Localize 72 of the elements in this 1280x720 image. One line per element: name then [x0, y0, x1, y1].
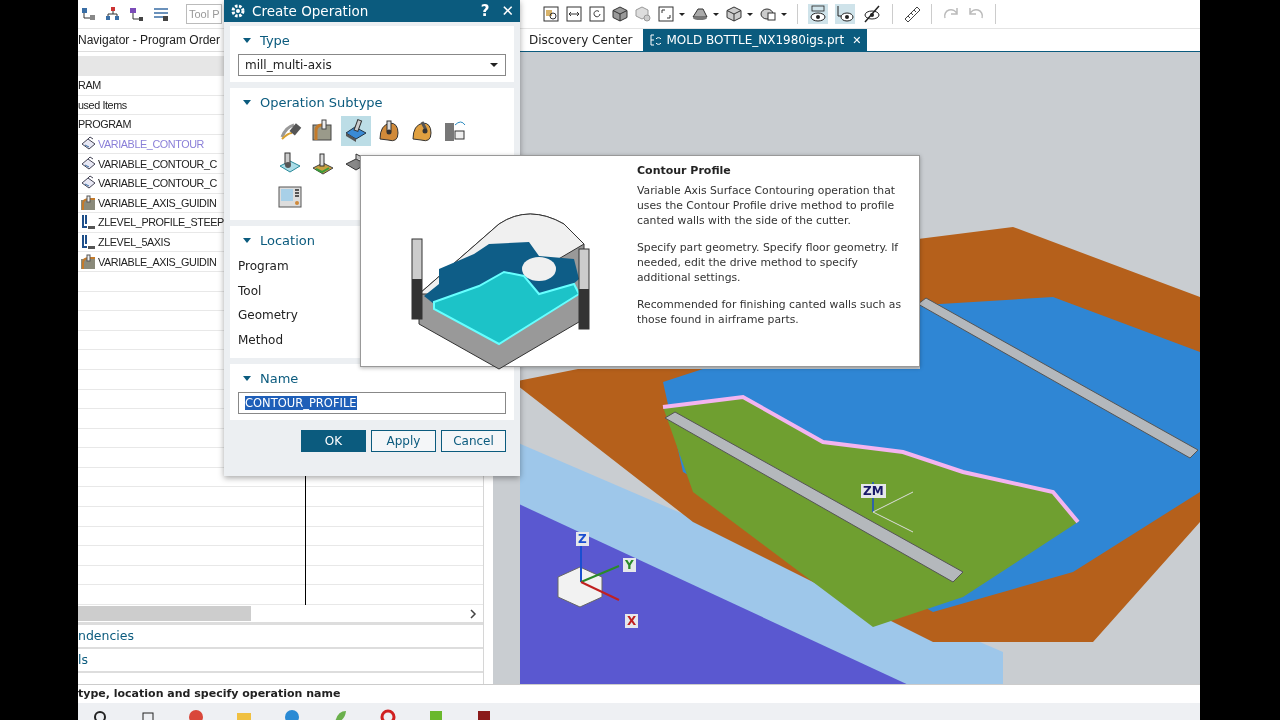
- ok-button[interactable]: OK: [301, 430, 366, 452]
- settings-icon: [230, 3, 246, 19]
- part-sync-icon: [648, 34, 663, 46]
- dialog-button[interactable]: Apply: [371, 430, 436, 452]
- hierarchy-icon[interactable]: [104, 5, 122, 23]
- field-label: Program: [238, 258, 290, 275]
- tooltip-paragraph: Variable Axis Surface Contouring operation that uses the Contour Profile drive method to profile canted walls with the side of the cutter.: [637, 183, 896, 228]
- field-label: Method: [238, 331, 284, 349]
- collapse-triangle-icon[interactable]: [242, 35, 252, 45]
- section-header[interactable]: Name: [238, 368, 299, 388]
- field-label: Tool: [238, 282, 263, 300]
- view-icon[interactable]: [542, 5, 560, 23]
- section-header[interactable]: Type: [238, 30, 290, 50]
- cube-gear-icon[interactable]: [634, 5, 652, 23]
- help-button[interactable]: ?: [480, 2, 490, 20]
- method-list-icon[interactable]: [152, 5, 170, 23]
- collapse-triangle-icon[interactable]: [242, 235, 252, 245]
- tree-item[interactable]: PROGRAM: [78, 118, 131, 131]
- close-button[interactable]: ✕: [501, 2, 514, 20]
- tool-tree-icon[interactable]: [128, 5, 146, 23]
- name-input-field[interactable]: CONTOUR_PROFILE: [238, 392, 506, 414]
- hide-eye-icon[interactable]: [861, 3, 883, 25]
- tree-item[interactable]: VARIABLE_AXIS_GUIDIN: [98, 196, 217, 209]
- document-tab[interactable]: Discovery Center: [525, 29, 643, 51]
- close-tab-button[interactable]: ✕: [852, 33, 862, 47]
- field-label: Geometry: [238, 307, 299, 324]
- tree-item[interactable]: used Items: [78, 98, 127, 111]
- type-dropdown[interactable]: mill_multi-axis: [238, 54, 506, 76]
- caret-icon[interactable]: [780, 11, 788, 17]
- tree-item[interactable]: RAM: [78, 79, 101, 92]
- operation-subtype-button[interactable]: [341, 116, 371, 146]
- dropdown-caret-icon[interactable]: [489, 62, 499, 68]
- tree-nodes-icon[interactable]: [80, 5, 98, 23]
- rotate-icon[interactable]: [588, 5, 606, 23]
- fit-icon[interactable]: [565, 5, 583, 23]
- dialog-title: Create Operation: [252, 3, 370, 19]
- collapse-triangle-icon[interactable]: [242, 97, 252, 107]
- axis-label: Z: [576, 532, 589, 546]
- zlevel-operation-icon: [80, 214, 96, 231]
- ruler-icon[interactable]: [902, 4, 922, 24]
- guiding-operation-icon: [80, 253, 96, 270]
- box-icon[interactable]: [725, 5, 743, 23]
- collapse-triangle-icon[interactable]: [242, 373, 252, 383]
- tree-item[interactable]: VARIABLE_CONTOUR_C: [98, 157, 217, 170]
- dialog-button[interactable]: Cancel: [441, 430, 506, 452]
- caret-icon[interactable]: [712, 11, 720, 17]
- chevron-right-icon[interactable]: [469, 608, 477, 619]
- caret-icon[interactable]: [746, 11, 754, 17]
- document-tab[interactable]: MOLD BOTTLE_NX1980igs.prt ✕: [642, 29, 868, 51]
- scrollbar-thumb[interactable]: [78, 606, 251, 622]
- tooltip-title: Contour Profile: [637, 164, 732, 177]
- visibility-icon[interactable]: [759, 5, 777, 23]
- tree-item[interactable]: ZLEVEL_PROFILE_STEEP: [98, 216, 224, 229]
- tree-item[interactable]: VARIABLE_CONTOUR_C: [98, 177, 217, 190]
- axis-label: Y: [623, 558, 636, 572]
- section-header[interactable]: Operation Subtype: [238, 92, 383, 112]
- tooltip-paragraph: Recommended for finishing canted walls such as those found in airframe parts.: [637, 297, 902, 327]
- section-header[interactable]: Location: [238, 230, 315, 250]
- shading-icon[interactable]: [691, 5, 709, 23]
- contour-operation-icon: [80, 155, 96, 172]
- tree-item[interactable]: VARIABLE_CONTOUR: [98, 138, 204, 151]
- panel-header[interactable]: ndencies: [78, 625, 483, 650]
- zlevel-operation-icon: [80, 234, 96, 251]
- tree-item[interactable]: VARIABLE_AXIS_GUIDIN: [98, 255, 217, 268]
- cube-icon[interactable]: [611, 5, 629, 23]
- caret-icon[interactable]: [678, 11, 686, 17]
- tree-item[interactable]: ZLEVEL_5AXIS: [98, 236, 171, 249]
- axis-label: X: [625, 614, 639, 628]
- panel-header[interactable]: ls: [78, 649, 483, 674]
- tooltip-paragraph: Specify part geometry. Specify floor geometry. If needed, edit the drive method to specify additional settings.: [637, 240, 900, 285]
- axis-label: ZM: [861, 484, 886, 498]
- tool-search-field[interactable]: Tool P: [186, 4, 222, 24]
